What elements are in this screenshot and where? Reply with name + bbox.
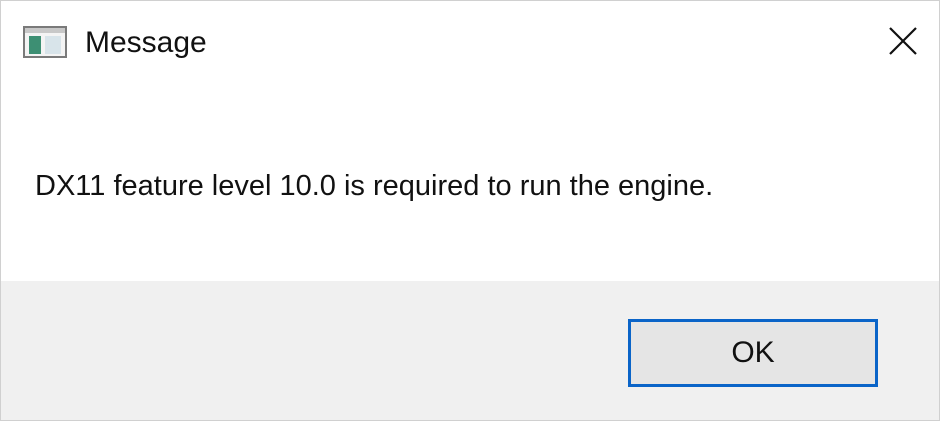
button-bar: OK <box>1 281 939 420</box>
app-icon-frame <box>25 28 65 33</box>
message-text: DX11 feature level 10.0 is required to r… <box>35 170 714 202</box>
app-icon-pane-right <box>45 36 61 54</box>
close-icon <box>889 27 917 55</box>
ok-button[interactable]: OK <box>628 319 878 387</box>
app-icon-pane-left <box>29 36 41 54</box>
close-button[interactable] <box>873 11 933 71</box>
message-content: DX11 feature level 10.0 is required to r… <box>1 83 939 281</box>
app-window-icon <box>23 26 67 58</box>
ok-button-label: OK <box>731 336 775 369</box>
title-bar: Message <box>1 1 939 83</box>
window-title: Message <box>85 26 207 59</box>
message-dialog: Message DX11 feature level 10.0 is requi… <box>0 0 940 421</box>
